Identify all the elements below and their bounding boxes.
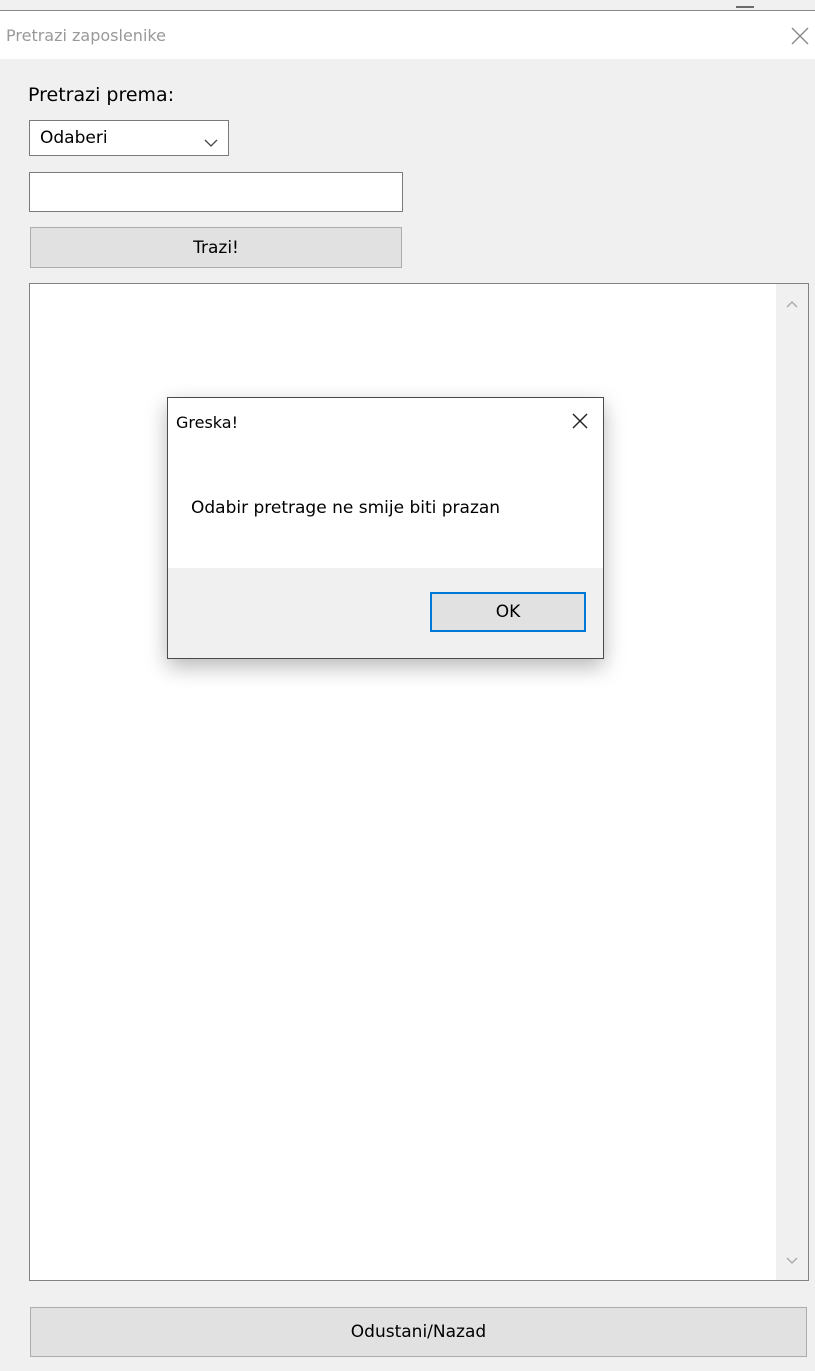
chevron-up-icon[interactable]	[785, 294, 799, 313]
cancel-back-button[interactable]: Odustani/Nazad	[30, 1307, 807, 1357]
chevron-down-icon	[204, 133, 218, 152]
dialog-footer: OK	[168, 568, 603, 658]
search-button[interactable]: Trazi!	[30, 227, 402, 268]
search-by-label: Pretrazi prema:	[28, 84, 175, 106]
error-dialog: Greska! Odabir pretrage ne smije biti pr…	[167, 397, 604, 659]
dialog-message: Odabir pretrage ne smije biti prazan	[191, 498, 501, 518]
title-bar: Pretrazi zaposlenike	[0, 11, 815, 59]
parent-minimize-mark	[736, 6, 754, 8]
dropdown-selected-value: Odaberi	[40, 128, 108, 148]
search-criteria-dropdown[interactable]: Odaberi	[29, 120, 229, 156]
vertical-scrollbar[interactable]	[776, 284, 808, 1280]
search-input[interactable]	[29, 172, 403, 212]
close-icon[interactable]	[571, 412, 589, 434]
ok-button[interactable]: OK	[430, 592, 586, 632]
dialog-title: Greska!	[176, 413, 239, 432]
chevron-down-icon[interactable]	[785, 1251, 799, 1270]
window-title: Pretrazi zaposlenike	[6, 26, 166, 45]
close-icon[interactable]	[789, 25, 811, 47]
